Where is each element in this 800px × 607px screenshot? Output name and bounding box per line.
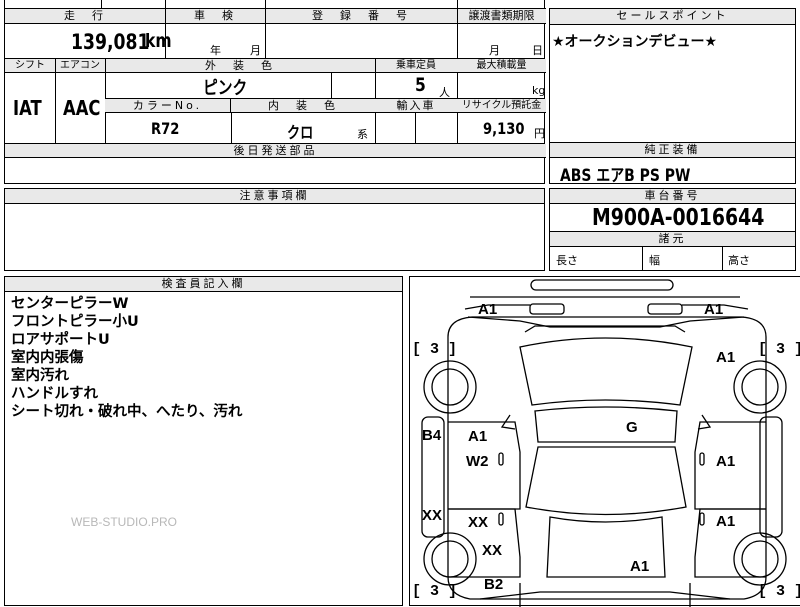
- mark-left-rear-door: XX: [468, 514, 489, 531]
- sales-point-box: セールスポイント ★オークションデビュー★: [549, 8, 796, 143]
- list-item: シート切れ・破れ中、へたり、汚れ: [11, 404, 243, 420]
- tire-label-rear-right: [ 3 ]: [758, 583, 800, 600]
- later-shipped-parts-header: 後日発送部品: [5, 144, 546, 158]
- tire-label-front-left: [ 3 ]: [412, 341, 458, 358]
- inspection-month-label: 月: [250, 44, 261, 57]
- chassis-value: M900A-0016644: [592, 205, 765, 231]
- color-no-value: R72: [151, 119, 180, 138]
- exterior-color-value: ピンク: [203, 78, 248, 99]
- length-label: 長さ: [556, 254, 578, 267]
- mark-left-sill: B4: [422, 427, 442, 444]
- recycle-deposit-unit: 円: [534, 127, 545, 140]
- recycle-deposit-header: リサイクル預託金: [457, 99, 546, 113]
- mark-left-front-door: A1: [468, 428, 488, 445]
- mark-left-rear-fender: XX: [482, 542, 503, 559]
- inspection-year-label: 年: [210, 44, 221, 57]
- sales-point-text: ★オークションデビュー★: [552, 34, 718, 50]
- mark-right-front-door: A1: [716, 453, 736, 470]
- inspector-notes-box: 検査員記入欄 センターピラーW フロントピラー小U ロアサポートU 室内内張傷 …: [4, 276, 403, 606]
- interior-color-value: クロ: [287, 123, 314, 142]
- mileage-value: 139,081: [71, 30, 150, 54]
- inspection-header: 車 検: [165, 8, 265, 24]
- list-item: フロントピラー小U: [11, 314, 139, 330]
- equipment-value: ABS エアB PS PW: [560, 166, 691, 186]
- mark-left-rear-sill: XX: [422, 507, 443, 524]
- inspector-notes-list: センターピラーW フロントピラー小U ロアサポートU 室内内張傷 室内汚れ ハン…: [11, 295, 242, 421]
- tire-label-rear-left: [ 3 ]: [412, 583, 458, 600]
- transfer-month-label: 月: [489, 44, 500, 57]
- vehicle-info-table: 走 行 車 検 登 録 番 号 譲渡書類期限 139,081 km 年 月 月 …: [4, 0, 546, 184]
- exterior-color-header: 外 装 色: [105, 59, 375, 73]
- car-diagram-box: [ 3 ] [ 3 ] [ 3 ] [ 3 ] A1 A1 A1 G A1 W2…: [409, 276, 800, 607]
- mark-front-right: A1: [704, 301, 724, 318]
- dimensions-header: 諸元: [550, 232, 795, 247]
- watermark: WEB-STUDIO.PRO: [71, 515, 178, 529]
- shift-header: シフト: [5, 59, 55, 73]
- sales-point-header: セールスポイント: [550, 9, 795, 25]
- width-label: 幅: [649, 254, 660, 267]
- chassis-box: 車台番号 M900A-0016644 諸元 長さ 幅 高さ: [549, 188, 796, 271]
- mark-front-left: A1: [478, 301, 498, 318]
- max-load-unit: kg: [532, 84, 546, 97]
- mark-rear-left: B2: [484, 576, 504, 593]
- list-item: ハンドルすれ: [11, 386, 98, 402]
- notes-box: 注意事項欄: [4, 188, 545, 271]
- transfer-day-label: 日: [532, 44, 543, 57]
- interior-color-header: 内 装 色: [231, 99, 375, 113]
- chassis-header: 車台番号: [550, 189, 795, 204]
- max-load-header: 最大積載量: [457, 59, 546, 73]
- mileage-unit: km: [145, 30, 172, 52]
- notes-header: 注意事項欄: [5, 189, 544, 204]
- inspector-notes-header: 検査員記入欄: [5, 277, 402, 292]
- aircon-value: AAC: [63, 96, 101, 120]
- tire-label-front-right: [ 3 ]: [758, 341, 800, 358]
- import-header: 輸入車: [375, 99, 457, 113]
- registration-header: 登 録 番 号: [265, 8, 457, 24]
- mark-front-right-fender: A1: [716, 349, 736, 366]
- list-item: ロアサポートU: [11, 332, 110, 348]
- interior-color-suffix: 系: [357, 128, 368, 141]
- equipment-header: 純正装備: [550, 143, 795, 158]
- recycle-deposit-value: 9,130: [483, 119, 525, 138]
- seating-header: 乗車定員: [375, 59, 457, 73]
- mark-rear-right: A1: [630, 558, 650, 575]
- mileage-header: 走 行: [5, 8, 165, 24]
- equipment-box: 純正装備 ABS エアB PS PW: [549, 142, 796, 186]
- seating-value: 5: [415, 74, 426, 96]
- shift-value: IAT: [13, 96, 42, 120]
- mark-roof: G: [626, 419, 638, 436]
- aircon-header: エアコン: [55, 59, 105, 73]
- color-no-header: カラーNo.: [105, 99, 231, 113]
- transfer-deadline-header: 譲渡書類期限: [457, 8, 546, 24]
- mark-left-front-door-b: W2: [466, 453, 489, 470]
- mark-right-rear-door: A1: [716, 513, 736, 530]
- height-label: 高さ: [728, 254, 750, 267]
- list-item: 室内内張傷: [11, 350, 84, 366]
- list-item: センターピラーW: [11, 296, 129, 312]
- list-item: 室内汚れ: [11, 368, 69, 384]
